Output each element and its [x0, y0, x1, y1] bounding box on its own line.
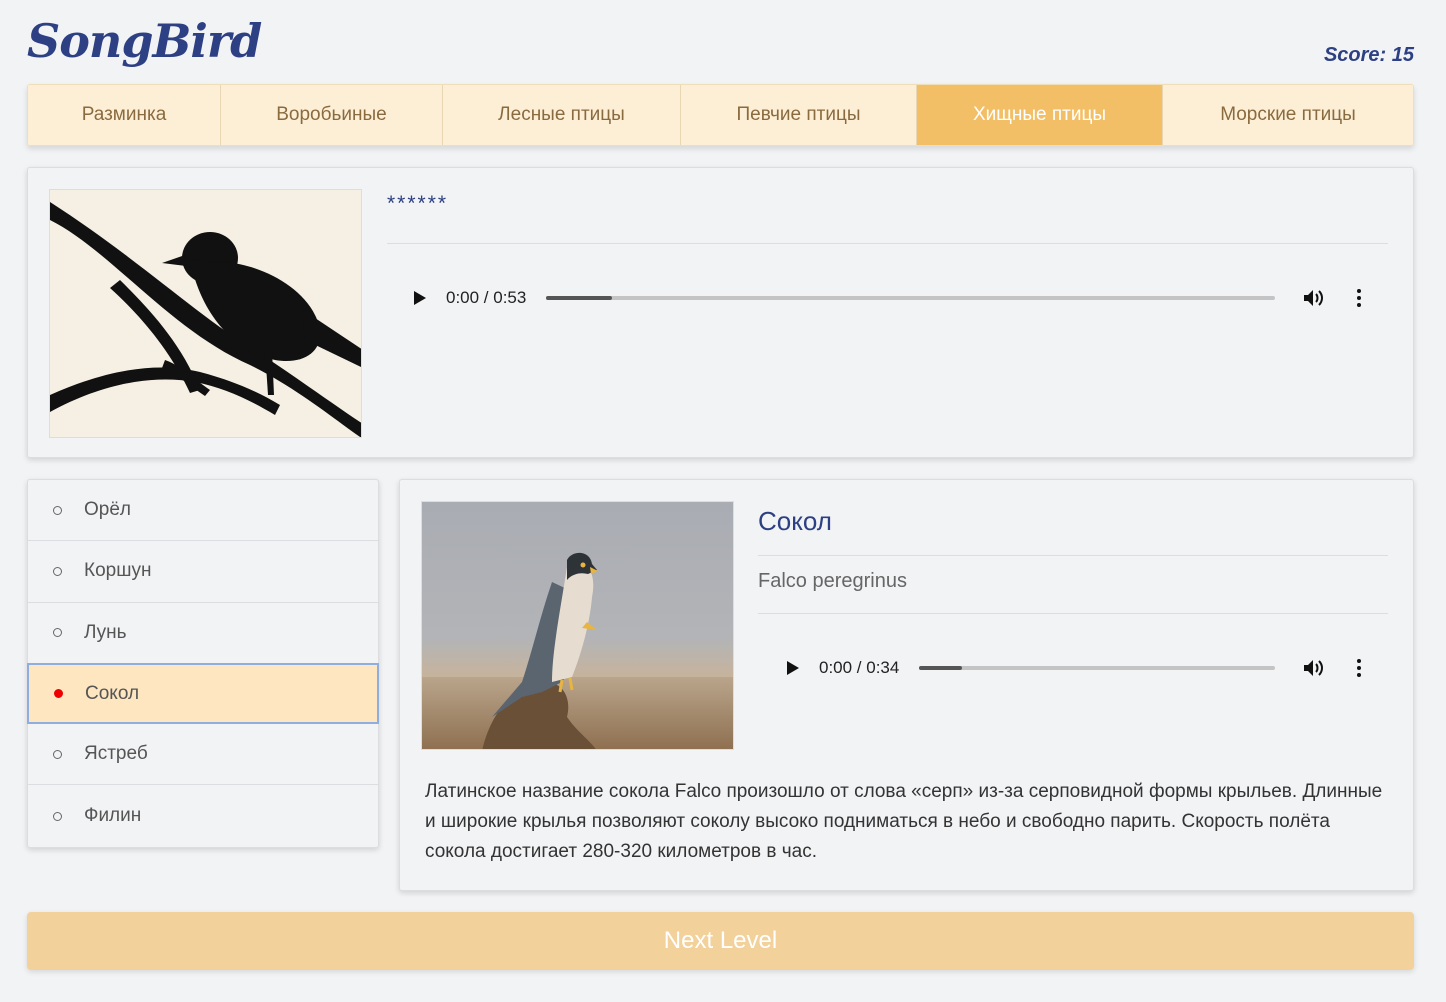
answer-label: Ястреб: [84, 743, 148, 765]
answer-label: Лунь: [84, 621, 127, 643]
divider: [758, 613, 1388, 614]
masked-bird-name: ******: [387, 192, 449, 215]
radio-dot-icon: [53, 566, 62, 576]
tab-songbirds[interactable]: Певчие птицы: [681, 85, 917, 145]
play-icon[interactable]: [414, 291, 426, 305]
audio-progress-fill: [919, 666, 963, 670]
bird-latin-name: Falco peregrinus: [758, 570, 907, 592]
songbird-page: SongBird Score: 15 Разминка Воробьиные Л…: [0, 0, 1446, 1002]
answer-item[interactable]: Ястреб: [28, 724, 378, 786]
next-level-button[interactable]: Next Level: [27, 912, 1414, 970]
more-options-icon[interactable]: [1353, 289, 1365, 307]
falcon-photo-icon: [421, 501, 734, 750]
tab-sea-birds[interactable]: Морские птицы: [1163, 85, 1413, 145]
radio-dot-icon: [53, 749, 62, 759]
audio-progress-fill: [546, 296, 612, 300]
answer-item-selected[interactable]: Сокол: [27, 662, 379, 725]
divider: [387, 243, 1388, 244]
tab-warmup[interactable]: Разминка: [28, 85, 221, 145]
answer-list: Орёл Коршун Лунь Сокол Ястреб Филин: [27, 479, 379, 848]
volume-icon[interactable]: [1303, 288, 1325, 308]
volume-icon[interactable]: [1303, 658, 1325, 678]
question-audio-player: 0:00 / 0:53: [414, 271, 1376, 325]
radio-dot-icon: [53, 628, 62, 638]
radio-dot-icon: [53, 505, 62, 515]
bird-silhouette-icon: [49, 189, 362, 438]
tab-birds-of-prey[interactable]: Хищные птицы: [917, 85, 1163, 145]
question-card: ****** 0:00 / 0:53: [27, 167, 1414, 458]
answer-item[interactable]: Лунь: [28, 603, 378, 664]
answer-item[interactable]: Коршун: [28, 541, 378, 603]
play-icon[interactable]: [787, 661, 799, 675]
app-logo: SongBird: [27, 14, 262, 68]
audio-progress-bar[interactable]: [919, 666, 1276, 670]
answer-item[interactable]: Филин: [28, 785, 378, 846]
score-display: Score: 15: [1323, 44, 1414, 66]
tab-forest-birds[interactable]: Лесные птицы: [443, 85, 681, 145]
divider: [758, 555, 1388, 556]
more-options-icon[interactable]: [1353, 659, 1365, 677]
answer-label: Сокол: [85, 682, 140, 704]
audio-progress-bar[interactable]: [546, 296, 1276, 300]
level-tabs: Разминка Воробьиные Лесные птицы Певчие …: [27, 84, 1414, 146]
bird-description: Латинское название сокола Falco произошл…: [425, 781, 1383, 862]
answer-label: Филин: [84, 805, 142, 827]
answer-item[interactable]: Орёл: [28, 480, 378, 542]
answer-label: Коршун: [84, 560, 152, 582]
detail-audio-player: 0:00 / 0:34: [787, 641, 1377, 695]
radio-dot-icon: [54, 689, 63, 699]
bird-details-card: Сокол Falco peregrinus 0:00 / 0:34 Латин…: [399, 479, 1414, 891]
bird-name: Сокол: [758, 506, 832, 536]
tab-passerines[interactable]: Воробьиные: [221, 85, 443, 145]
audio-time: 0:00 / 0:34: [819, 658, 900, 677]
answer-label: Орёл: [84, 499, 131, 521]
audio-time: 0:00 / 0:53: [446, 288, 527, 307]
radio-dot-icon: [53, 811, 62, 821]
